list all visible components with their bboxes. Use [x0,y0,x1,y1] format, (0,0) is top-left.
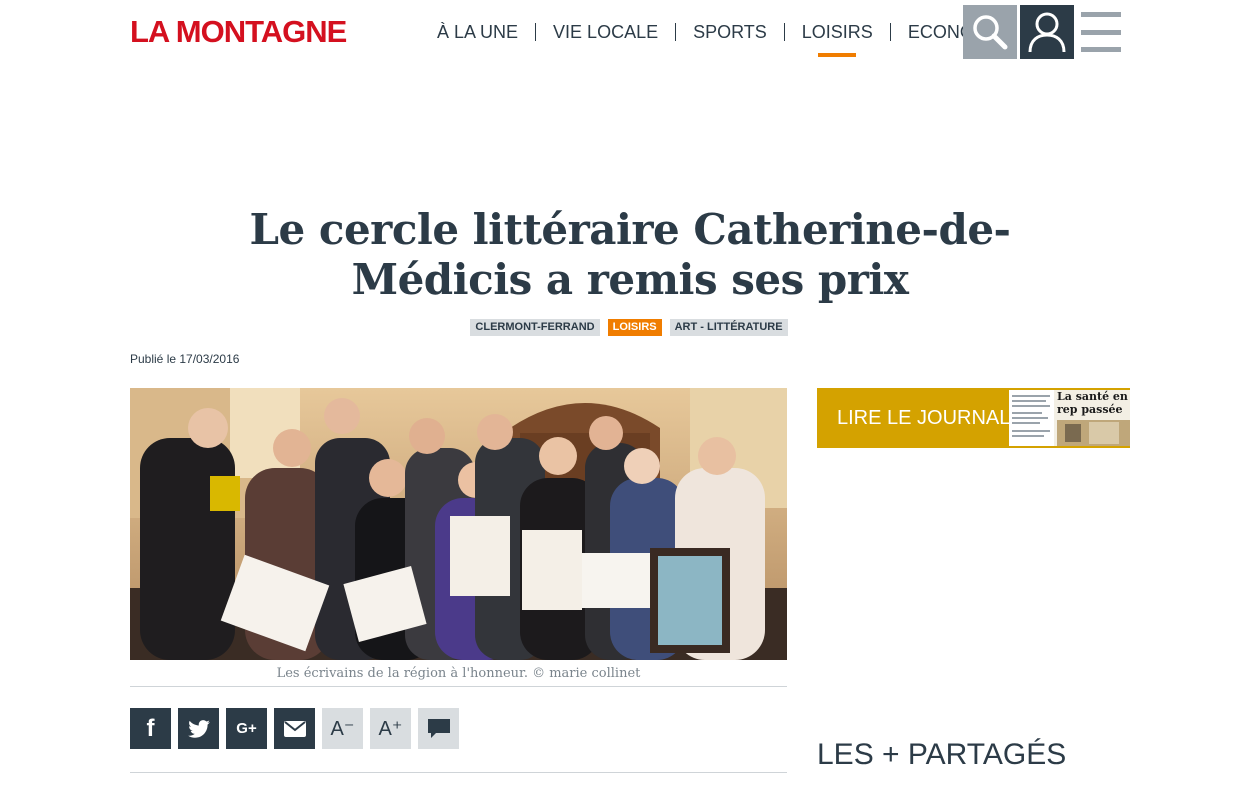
tag-art-litterature[interactable]: ART - LITTÉRATURE [669,319,788,336]
twitter-button[interactable] [178,708,219,749]
read-journal-label: LIRE LE JOURNAL [837,407,1011,429]
hamburger-icon [1081,47,1121,52]
font-decrease-button[interactable]: A⁻ [322,708,363,749]
divider [130,772,787,773]
menu-button[interactable] [1080,12,1122,52]
nav-item-loisirs[interactable]: LOISIRS [785,22,890,42]
publish-date: Publié le 17/03/2016 [130,352,240,366]
main-nav: À LA UNE VIE LOCALE SPORTS LOISIRS ECONO… [420,22,1023,42]
nav-item-vie-locale[interactable]: VIE LOCALE [536,22,675,42]
divider [130,686,787,687]
hamburger-icon [1081,29,1121,35]
search-icon [973,15,1008,50]
site-logo[interactable]: LA MONTAGNE [130,14,347,50]
comment-button[interactable] [418,708,459,749]
photo-caption: Les écrivains de la région à l'honneur. … [276,666,641,681]
most-shared-title: LES + PARTAGÉS [817,738,1067,771]
article-photo[interactable] [130,388,787,660]
font-decrease-icon: A⁻ [330,718,355,740]
envelope-icon [283,720,306,737]
facebook-button[interactable]: f [130,708,171,749]
search-button[interactable] [963,5,1017,59]
article-title: Le cercle littéraire Catherine-de-Médici… [249,205,1011,304]
article-tags: CLERMONT-FERRAND LOISIRS ART - LITTÉRATU… [0,319,1254,336]
nav-item-sports[interactable]: SPORTS [676,22,784,42]
font-increase-button[interactable]: A⁺ [370,708,411,749]
googleplus-icon: G+ [236,720,257,737]
facebook-icon: f [146,714,155,742]
read-journal-banner[interactable]: LIRE LE JOURNAL La santé en rep passée a… [817,388,1130,448]
email-button[interactable] [274,708,315,749]
hamburger-icon [1081,12,1121,17]
comment-icon [427,718,450,738]
group-photo-illustration [130,388,787,660]
tag-loisirs[interactable]: LOISIRS [607,319,662,336]
twitter-icon [187,719,210,738]
font-increase-icon: A⁺ [378,718,403,740]
nav-item-a-la-une[interactable]: À LA UNE [420,22,535,42]
user-icon [1028,12,1066,53]
journal-headline: La santé en rep passée au scan [1057,390,1128,420]
account-button[interactable] [1020,5,1074,59]
tag-clermont-ferrand[interactable]: CLERMONT-FERRAND [470,319,600,336]
googleplus-button[interactable]: G+ [226,708,267,749]
share-toolbar: f G+ A⁻ A⁺ [130,708,459,749]
journal-cover-thumbnail: La santé en rep passée au scan [1009,390,1130,446]
